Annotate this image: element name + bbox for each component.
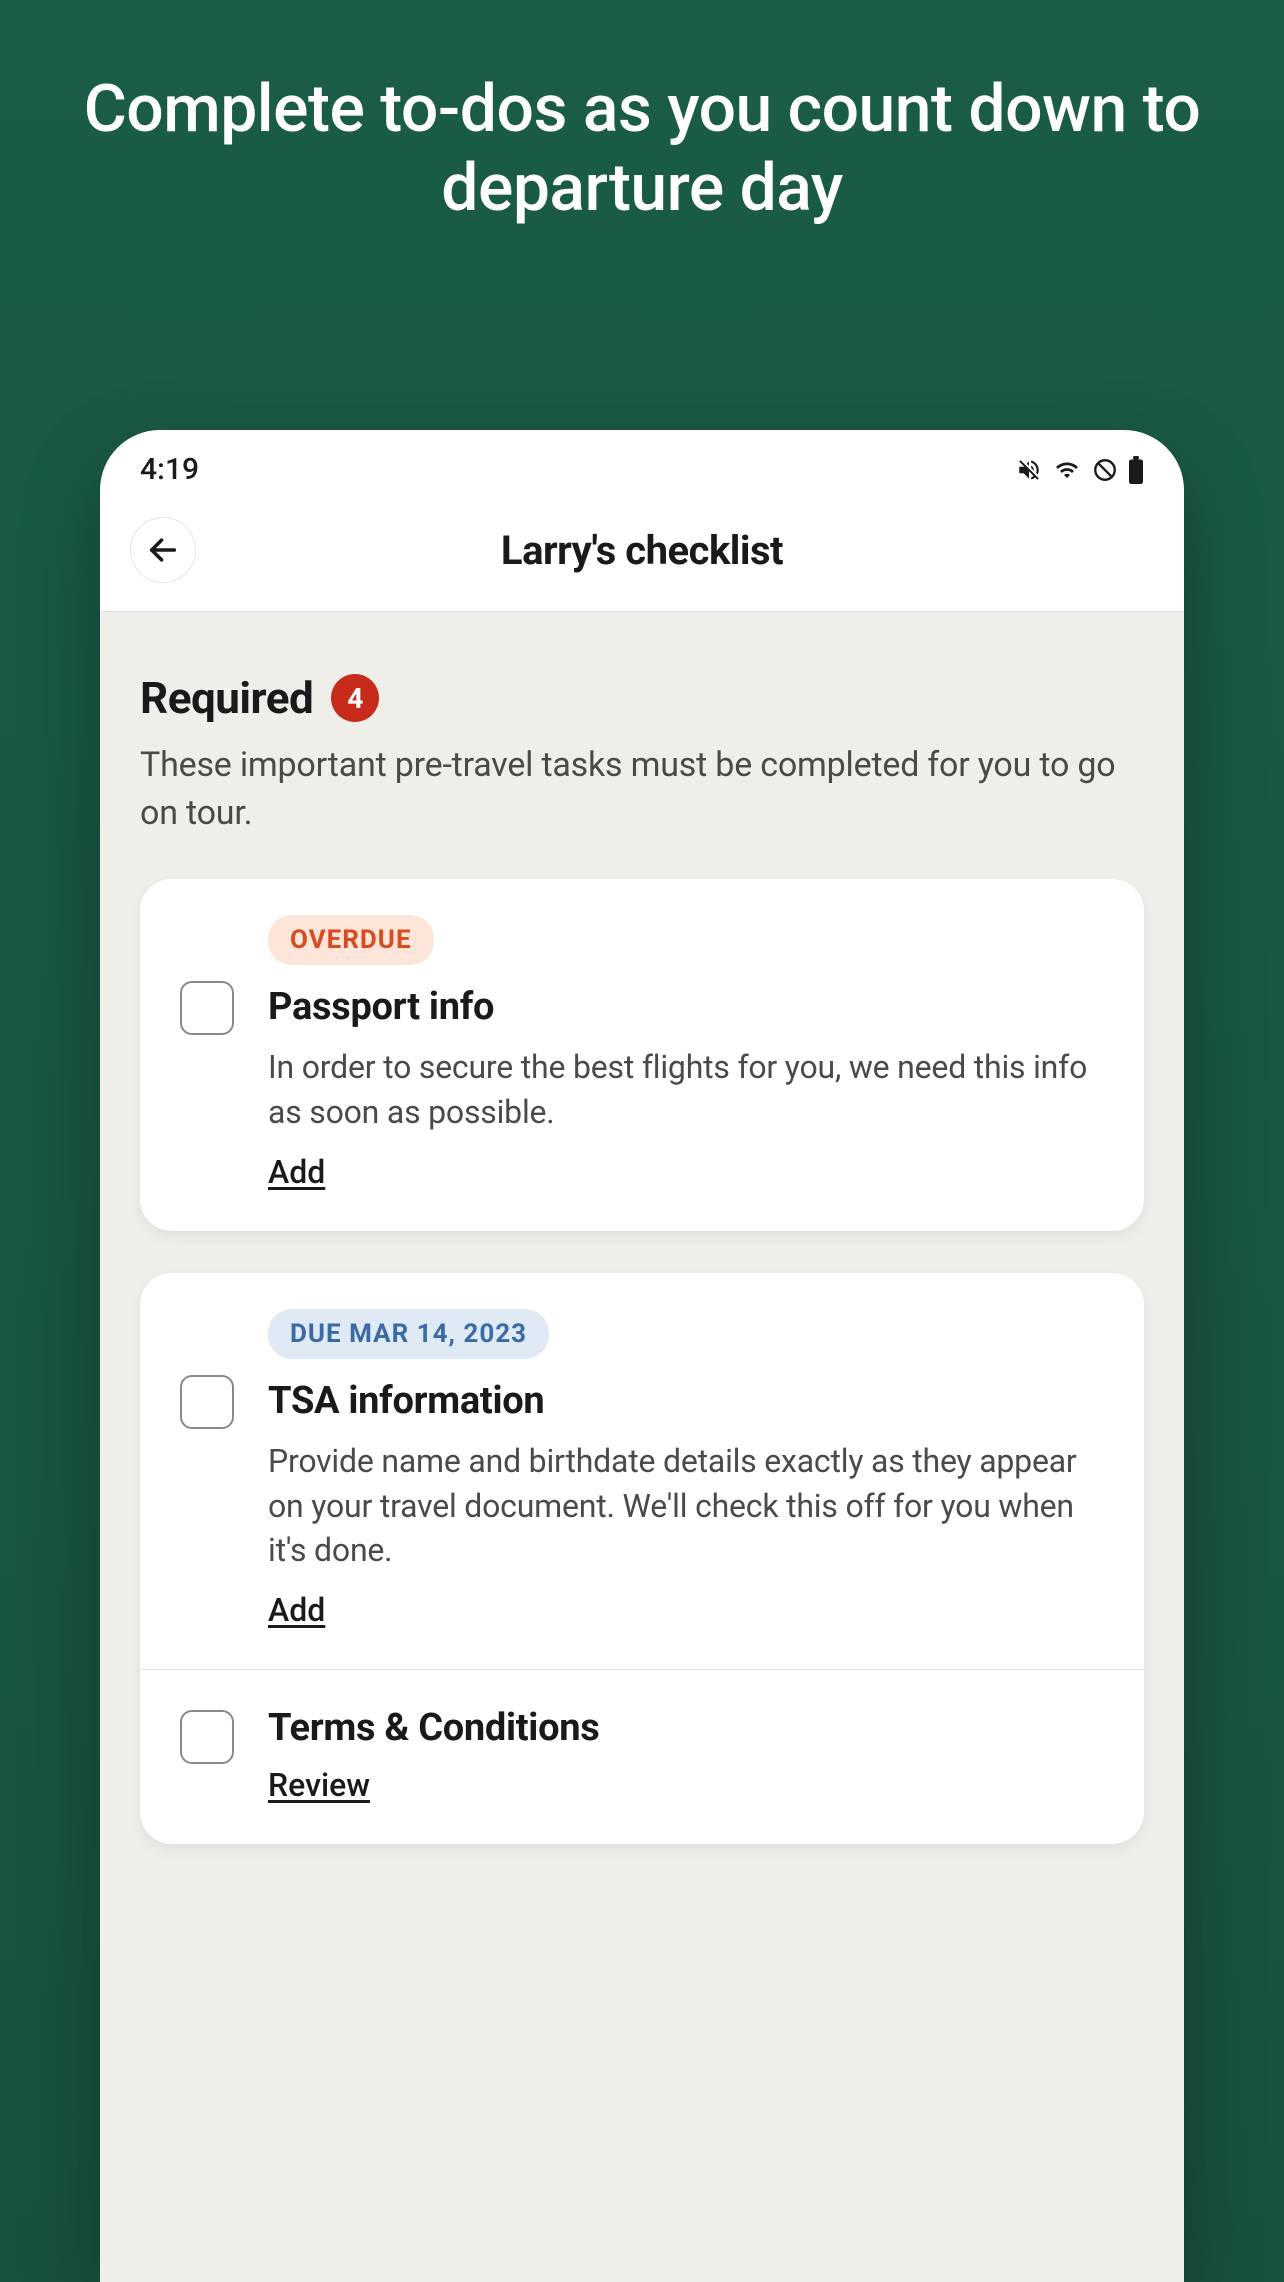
arrow-left-icon [146, 533, 180, 567]
wifi-icon [1052, 458, 1082, 482]
review-link[interactable]: Review [268, 1766, 370, 1804]
status-icons [1016, 456, 1144, 484]
section-title: Required [140, 672, 313, 724]
checkbox[interactable] [180, 1710, 234, 1764]
phone-frame: 4:19 Larry's checklist Required 4 These … [100, 430, 1184, 2282]
battery-icon [1128, 456, 1144, 484]
content-area: Required 4 These important pre-travel ta… [100, 612, 1184, 2282]
add-link[interactable]: Add [268, 1591, 325, 1629]
checklist-item-terms[interactable]: Terms & Conditions Review [140, 1669, 1144, 1844]
no-sim-icon [1092, 457, 1118, 483]
status-time: 4:19 [140, 452, 199, 487]
item-title: Terms & Conditions [268, 1706, 1104, 1750]
required-count-badge: 4 [331, 674, 379, 722]
status-pill-overdue: OVERDUE [268, 915, 434, 965]
checklist-card: OVERDUE Passport info In order to secure… [140, 879, 1144, 1231]
section-description: These important pre-travel tasks must be… [140, 742, 1144, 837]
item-description: Provide name and birthdate details exact… [268, 1439, 1104, 1573]
promo-heading: Complete to-dos as you count down to dep… [0, 0, 1284, 268]
section-header: Required 4 These important pre-travel ta… [140, 672, 1144, 837]
add-link[interactable]: Add [268, 1153, 325, 1191]
checkbox[interactable] [180, 1375, 234, 1429]
checklist-card: DUE MAR 14, 2023 TSA information Provide… [140, 1273, 1144, 1844]
item-description: In order to secure the best flights for … [268, 1045, 1104, 1135]
checkbox[interactable] [180, 981, 234, 1035]
app-header: Larry's checklist [100, 497, 1184, 612]
mute-icon [1016, 457, 1042, 483]
page-title: Larry's checklist [100, 527, 1184, 574]
item-title: Passport info [268, 985, 1104, 1029]
item-title: TSA information [268, 1379, 1104, 1423]
status-bar: 4:19 [100, 430, 1184, 497]
checklist-item-passport[interactable]: OVERDUE Passport info In order to secure… [140, 879, 1144, 1231]
back-button[interactable] [130, 517, 196, 583]
checklist-item-tsa[interactable]: DUE MAR 14, 2023 TSA information Provide… [140, 1273, 1144, 1669]
status-pill-due: DUE MAR 14, 2023 [268, 1309, 549, 1359]
